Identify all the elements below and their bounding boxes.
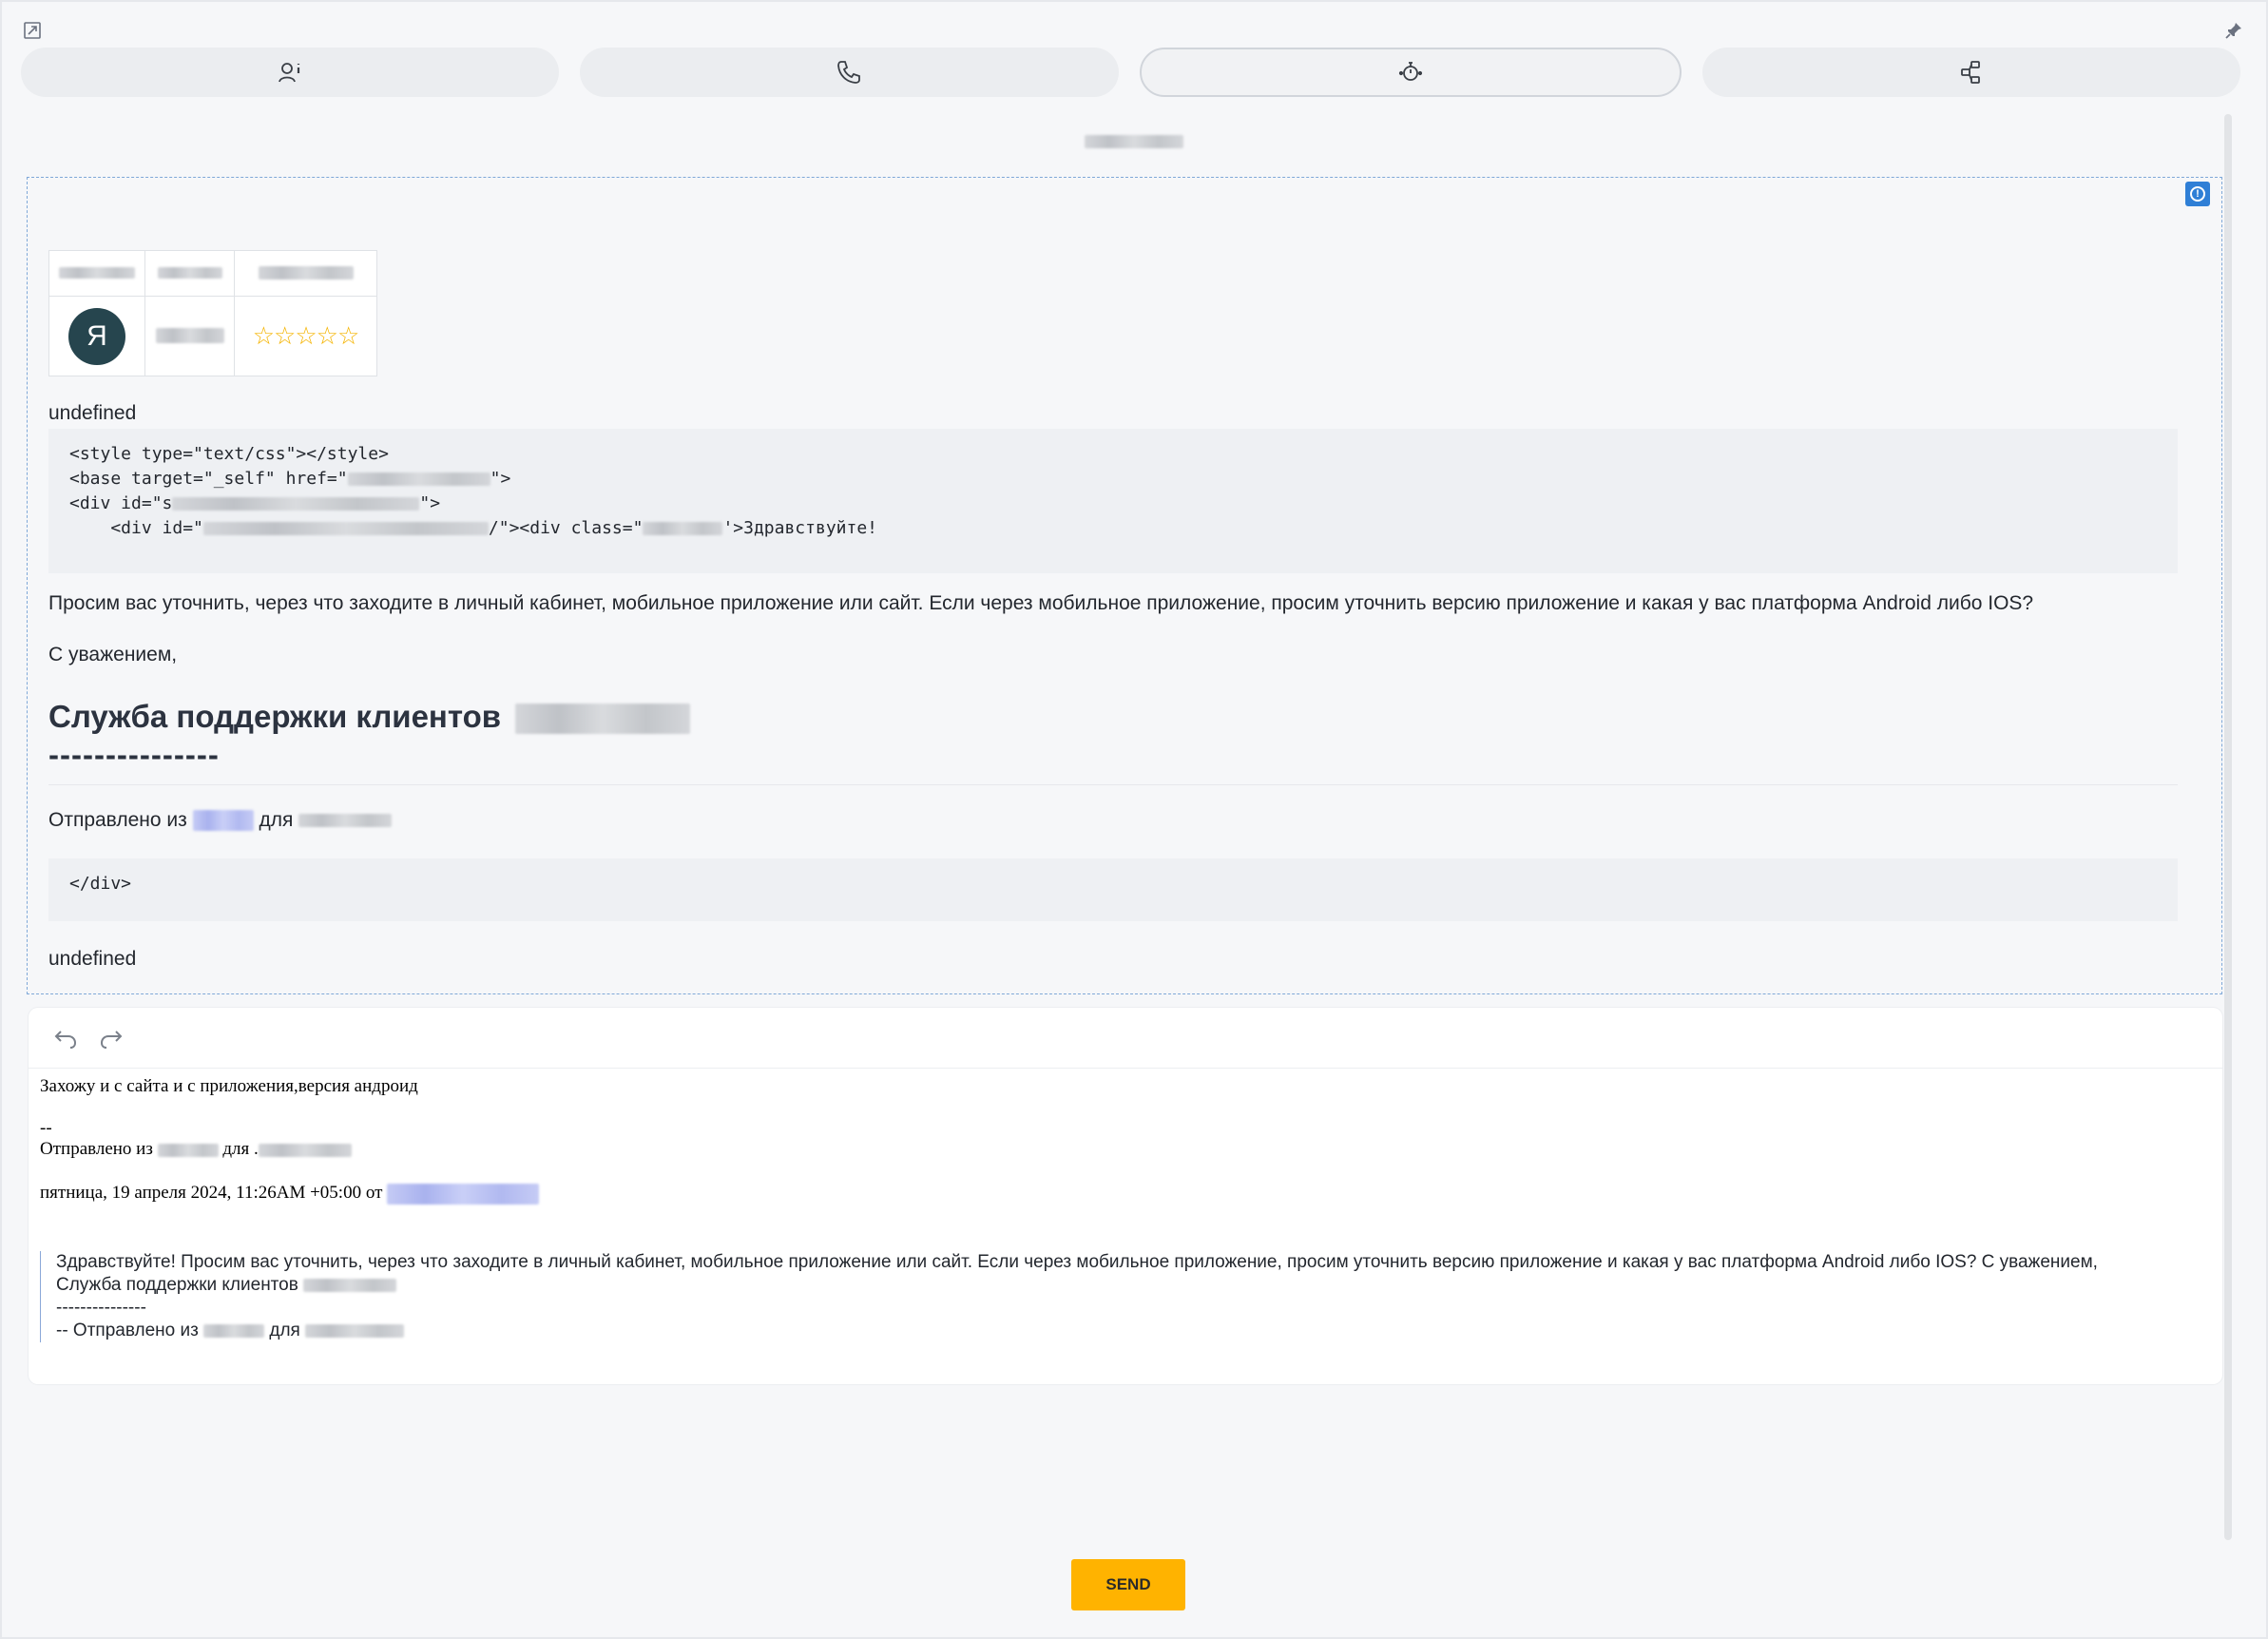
date-text: пятница, 19 апреля 2024, 11:26AM +05:00 …	[40, 1183, 383, 1203]
redacted-text	[203, 1323, 265, 1338]
quote-text: Служба поддержки клиентов	[56, 1275, 298, 1295]
message-body: Просим вас уточнить, через что заходите …	[48, 592, 2034, 614]
code-line: ">	[419, 493, 441, 513]
sent-for-label: для	[259, 809, 294, 831]
divider	[48, 784, 2178, 785]
tab-bar	[21, 48, 2240, 97]
quote-sent-from: -- Отправлено из для	[56, 1320, 2198, 1342]
sent-from-line: Отправлено из для	[48, 809, 393, 832]
message-preview: ! Я ☆☆☆☆☆ undefined <style type="text/cs…	[27, 177, 2222, 994]
code-line: <div id="	[69, 518, 203, 538]
date-line: пятница, 19 апреля 2024, 11:26AM +05:00 …	[40, 1183, 540, 1205]
tab-contact-info[interactable]	[21, 48, 560, 97]
workflow-icon	[1960, 61, 1980, 84]
timer-icon	[1398, 62, 1422, 81]
redacted-text	[59, 267, 135, 280]
redacted-text	[157, 267, 222, 280]
expand-icon[interactable]	[23, 21, 42, 40]
code-line: /"><div class="	[488, 518, 644, 538]
redacted-link[interactable]	[387, 1183, 540, 1205]
sent-from-line: Отправлено из для .	[40, 1139, 352, 1160]
reply-editor[interactable]: Захожу и с сайта и с приложения,версия а…	[29, 1008, 2222, 1384]
quote-text: -- Отправлено из	[56, 1321, 199, 1340]
redacted-text	[515, 704, 691, 735]
info-icon[interactable]: !	[2185, 182, 2210, 206]
redacted-text	[155, 328, 224, 344]
message-header-table: Я ☆☆☆☆☆	[48, 250, 377, 376]
quote-signature: Служба поддержки клиентов	[56, 1274, 2198, 1297]
contact-info-icon	[279, 63, 300, 83]
redacted-text	[157, 1143, 219, 1157]
tab-timer[interactable]	[1139, 48, 1682, 97]
reply-text[interactable]: Захожу и с сайта и с приложения,версия а…	[40, 1076, 418, 1097]
undefined-text: undefined	[48, 402, 137, 424]
redacted-text	[172, 497, 420, 511]
quoted-message: Здравствуйте! Просим вас уточнить, через…	[40, 1251, 2198, 1342]
quote-text: Здравствуйте! Просим вас уточнить, через…	[56, 1252, 2098, 1272]
redacted-text	[1085, 134, 1183, 148]
redacted-text	[258, 266, 354, 280]
code-line: <div id="s	[69, 493, 173, 513]
editor-toolbar	[29, 1008, 2222, 1069]
signature-dashes: ---------------	[48, 737, 220, 772]
signature-heading-text: Служба поддержки клиентов	[48, 699, 502, 734]
scrollbar[interactable]	[2224, 114, 2232, 1540]
redacted-text	[298, 814, 393, 828]
undo-icon[interactable]	[51, 1024, 80, 1052]
redacted-text	[202, 522, 489, 535]
code-line: <style type="text/css"></style>	[69, 444, 389, 464]
quote-dashes: ---------------	[56, 1298, 146, 1318]
code-line: <base target="_self" href="	[69, 469, 348, 489]
redacted-text	[258, 1143, 352, 1157]
redacted-text	[643, 522, 723, 535]
code-line: ">	[490, 469, 511, 489]
avatar: Я	[68, 307, 125, 365]
tab-workflow[interactable]	[1701, 48, 2240, 97]
pin-icon[interactable]	[2224, 21, 2243, 40]
redacted-text	[305, 1323, 405, 1338]
code-line: '>Здравствуйте!	[722, 518, 878, 538]
quote-text: для	[269, 1321, 300, 1340]
page-title-redacted	[0, 133, 2268, 150]
rating-stars[interactable]: ☆☆☆☆☆	[253, 321, 360, 350]
signature-separator: --	[40, 1118, 52, 1138]
code-block: </div>	[48, 858, 2178, 921]
send-button[interactable]: SEND	[1071, 1559, 1185, 1610]
regards-text: С уважением,	[48, 644, 178, 665]
redacted-link[interactable]	[192, 810, 254, 832]
signature-heading: Служба поддержки клиентов	[48, 699, 691, 735]
sent-for-label: для .	[222, 1139, 259, 1159]
phone-icon	[837, 61, 861, 84]
redacted-text	[347, 472, 490, 486]
undefined-text: undefined	[48, 948, 137, 970]
redo-icon[interactable]	[97, 1024, 125, 1052]
sent-from-label: Отправлено из	[48, 809, 187, 831]
sent-from-label: Отправлено из	[40, 1139, 153, 1159]
tab-phone[interactable]	[580, 48, 1119, 97]
redacted-text	[303, 1278, 397, 1292]
code-block: <style type="text/css"></style> <base ta…	[48, 429, 2178, 573]
